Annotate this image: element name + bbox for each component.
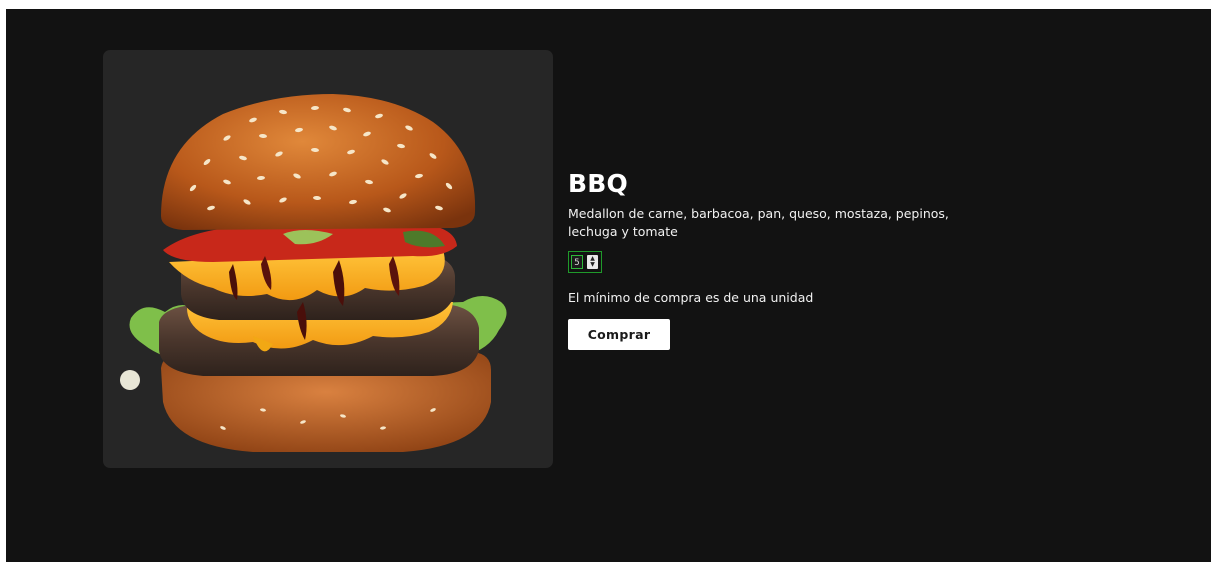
spinner-down-icon[interactable]: ▼ [589, 262, 596, 268]
product-description: Medallon de carne, barbacoa, pan, queso,… [568, 206, 949, 239]
burger-image [120, 94, 507, 452]
buy-button[interactable]: Comprar [568, 319, 670, 350]
product-details: BBQ Medallon de carne, barbacoa, pan, qu… [568, 169, 988, 350]
quantity-spinner[interactable]: ▲ ▼ [587, 255, 598, 269]
quantity-stepper[interactable]: 5 ▲ ▼ [568, 251, 602, 273]
product-page: BBQ Medallon de carne, barbacoa, pan, qu… [6, 9, 1211, 562]
product-title: BBQ [568, 169, 628, 198]
minimum-purchase-note: El mínimo de compra es de una unidad [568, 290, 814, 305]
product-image-card [103, 50, 553, 468]
quantity-value[interactable]: 5 [571, 255, 583, 269]
quantity-row: 5 ▲ ▼ [568, 251, 988, 275]
